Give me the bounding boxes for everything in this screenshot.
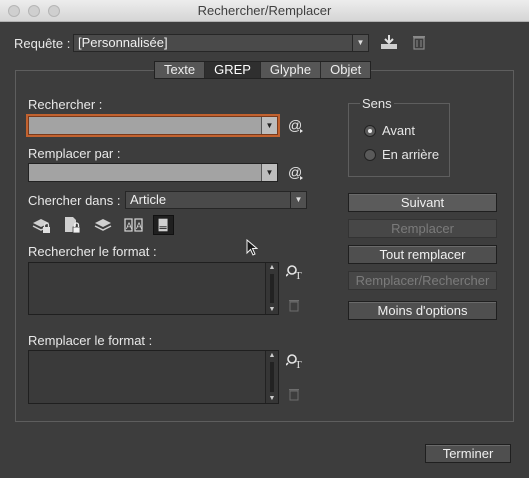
scroll-up-icon[interactable]: ▲ bbox=[268, 264, 276, 271]
include-master-pages-icon[interactable]: A A bbox=[123, 215, 144, 235]
direction-title: Sens bbox=[360, 96, 394, 111]
radio-selected-icon bbox=[364, 124, 376, 137]
replace-format-box[interactable]: ▲ ▼ bbox=[28, 350, 279, 404]
specify-replace-format-icon[interactable]: T bbox=[286, 353, 303, 369]
find-input[interactable]: ▼ bbox=[28, 116, 278, 135]
special-characters-icon[interactable]: @ bbox=[288, 117, 304, 133]
direction-backward-radio[interactable]: En arrière bbox=[364, 147, 439, 162]
scroll-down-icon[interactable]: ▼ bbox=[268, 306, 276, 313]
svg-text:T: T bbox=[295, 359, 302, 369]
special-characters-icon[interactable]: @ bbox=[288, 164, 304, 180]
include-locked-stories-icon[interactable] bbox=[62, 215, 83, 235]
scroll-thumb[interactable] bbox=[270, 274, 274, 303]
query-value: [Personnalisée] bbox=[78, 35, 168, 50]
direction-forward-label: Avant bbox=[382, 123, 416, 138]
done-button[interactable]: Terminer bbox=[425, 444, 511, 463]
clear-replace-format-icon[interactable] bbox=[288, 388, 300, 401]
search-in-value: Article bbox=[130, 192, 167, 207]
mouse-cursor-icon bbox=[246, 239, 258, 256]
svg-text:T: T bbox=[295, 270, 302, 280]
find-format-box[interactable]: ▲ ▼ bbox=[28, 262, 279, 315]
direction-group bbox=[348, 103, 450, 177]
replace-find-button[interactable]: Remplacer/Rechercher bbox=[348, 271, 497, 290]
find-format-scrollbar[interactable]: ▲ ▼ bbox=[265, 263, 278, 314]
search-in-dropdown[interactable]: Article ▼ bbox=[125, 191, 307, 209]
query-label: Requête : bbox=[14, 36, 71, 51]
chevron-down-icon[interactable]: ▼ bbox=[261, 164, 277, 181]
close-window-button[interactable] bbox=[8, 5, 20, 17]
replace-format-label: Remplacer le format : bbox=[28, 333, 153, 348]
fewer-options-button[interactable]: Moins d'options bbox=[348, 301, 497, 320]
direction-forward-radio[interactable]: Avant bbox=[364, 123, 415, 138]
title-bar: Rechercher/Remplacer bbox=[0, 0, 529, 22]
scroll-down-icon[interactable]: ▼ bbox=[268, 395, 276, 402]
include-footnotes-icon[interactable] bbox=[153, 215, 174, 235]
tab-objet[interactable]: Objet bbox=[321, 62, 371, 78]
replace-all-button[interactable]: Tout remplacer bbox=[348, 245, 497, 264]
replace-label: Remplacer par : bbox=[28, 146, 121, 161]
find-label: Rechercher : bbox=[28, 97, 103, 112]
save-query-icon[interactable] bbox=[380, 34, 398, 50]
radio-unselected-icon bbox=[364, 148, 376, 161]
query-dropdown[interactable]: [Personnalisée] ▼ bbox=[73, 34, 369, 52]
chevron-down-icon[interactable]: ▼ bbox=[261, 117, 277, 134]
scroll-up-icon[interactable]: ▲ bbox=[268, 352, 276, 359]
mode-tabs: Texte GREP Glyphe Objet bbox=[154, 61, 372, 79]
zoom-window-button[interactable] bbox=[48, 5, 60, 17]
window-title: Rechercher/Remplacer bbox=[197, 3, 332, 18]
tab-texte[interactable]: Texte bbox=[155, 62, 206, 78]
window-controls bbox=[8, 5, 60, 17]
specify-find-format-icon[interactable]: T bbox=[286, 264, 303, 280]
chevron-down-icon: ▼ bbox=[290, 192, 306, 208]
minimize-window-button[interactable] bbox=[28, 5, 40, 17]
scroll-thumb[interactable] bbox=[270, 362, 274, 392]
find-format-label: Rechercher le format : bbox=[28, 244, 157, 259]
replace-input[interactable]: ▼ bbox=[28, 163, 278, 182]
include-hidden-layers-icon[interactable] bbox=[93, 215, 114, 235]
tab-glyphe[interactable]: Glyphe bbox=[260, 62, 322, 78]
next-button[interactable]: Suivant bbox=[348, 193, 497, 212]
svg-text:A: A bbox=[136, 221, 142, 231]
chevron-down-icon: ▼ bbox=[352, 35, 368, 51]
replace-format-scrollbar[interactable]: ▲ ▼ bbox=[265, 351, 278, 403]
direction-backward-label: En arrière bbox=[382, 147, 440, 162]
delete-query-icon[interactable] bbox=[412, 34, 426, 50]
tab-grep[interactable]: GREP bbox=[205, 62, 261, 78]
clear-find-format-icon[interactable] bbox=[288, 299, 300, 312]
replace-button[interactable]: Remplacer bbox=[348, 219, 497, 238]
svg-text:A: A bbox=[126, 221, 132, 231]
search-in-label: Chercher dans : bbox=[28, 193, 121, 208]
include-locked-layers-icon[interactable] bbox=[31, 215, 52, 235]
